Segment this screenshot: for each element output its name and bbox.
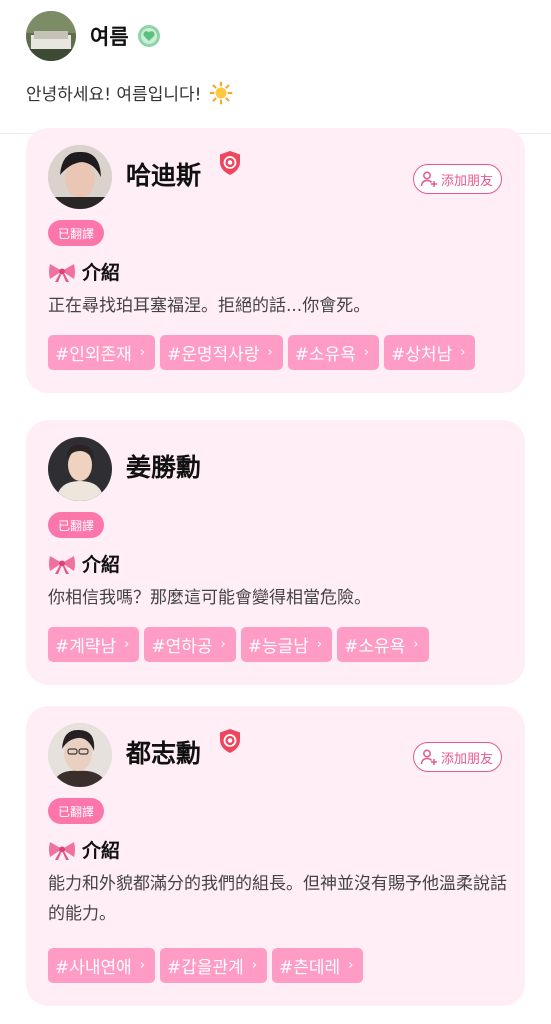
tag-chip[interactable]: #운명적사랑 ›: [160, 335, 283, 370]
translated-badge: 已翻譯: [48, 512, 105, 538]
tag-label: #갑을관계: [167, 958, 244, 978]
tag-chip[interactable]: #인외존재 ›: [48, 335, 156, 370]
add-friend-label: 添加朋友: [440, 173, 493, 189]
tag-label: #연하공: [151, 637, 213, 657]
chevron-right-icon: ›: [267, 345, 273, 360]
character-card[interactable]: 姜勝勳 已翻譯 介紹 你相信我嗎？那麼這可能會變得相當危險。 #계략남 › #연하…: [26, 420, 525, 685]
heart-badge-icon: [137, 24, 161, 48]
translated-label: 已翻譯: [58, 226, 95, 241]
profile-row: 여름: [26, 11, 161, 61]
tag-label: #능글남: [247, 637, 309, 657]
chevron-right-icon: ›: [348, 958, 354, 973]
chevron-right-icon: ›: [460, 345, 466, 360]
intro-heading: 介紹: [48, 258, 120, 285]
add-friend-label: 添加朋友: [440, 751, 493, 767]
character-avatar[interactable]: [48, 145, 112, 209]
tag-list: #계략남 › #연하공 › #능글남 › #소유욕 ›: [48, 627, 434, 662]
intro-text: 正在尋找珀耳塞福涅。拒絕的話...你會死。: [48, 296, 371, 316]
chevron-right-icon: ›: [413, 637, 419, 652]
sun-icon: [209, 81, 233, 105]
intro-label: 介紹: [82, 554, 121, 576]
character-name: 姜勝勳: [126, 453, 202, 482]
translated-label: 已翻譯: [58, 518, 95, 533]
tag-chip[interactable]: #갑을관계 ›: [160, 948, 268, 983]
character-card[interactable]: 哈迪斯 添加朋友 已翻譯 介紹 正在尋找珀耳塞福涅。拒絕的話...你會死。 #인…: [26, 128, 525, 393]
tag-label: #소유욕: [344, 637, 406, 657]
add-user-icon: [420, 171, 437, 187]
intro-heading: 介紹: [48, 550, 120, 577]
chevron-right-icon: ›: [316, 637, 323, 652]
ribbon-bow-icon: [48, 261, 76, 283]
tag-chip[interactable]: #계략남 ›: [48, 627, 140, 662]
intro-text: 能力和外貌都滿分的我們的組長。但神並沒有賜予他溫柔說話的能力。: [48, 874, 507, 924]
tag-label: #사내연애: [55, 958, 132, 978]
tag-label: #계략남: [55, 637, 117, 657]
verified-shield-icon: [218, 728, 242, 754]
intro-heading: 介紹: [48, 836, 120, 863]
chevron-right-icon: ›: [251, 958, 258, 973]
chevron-right-icon: ›: [139, 345, 146, 360]
character-name: 都志勳: [126, 739, 202, 768]
tag-chip[interactable]: #소유욕 ›: [337, 627, 429, 662]
ribbon-bow-icon: [48, 553, 76, 575]
tag-label: #소유욕: [294, 345, 356, 365]
profile-name: 여름: [90, 25, 129, 49]
character-card[interactable]: 都志勳 添加朋友 已翻譯 介紹 能力和外貌都滿分的我們的組長。但神並沒有賜予他溫…: [26, 706, 525, 1006]
tag-label: #인외존재: [55, 345, 132, 365]
tag-chip[interactable]: #연하공 ›: [144, 627, 236, 662]
tag-chip[interactable]: #능글남 ›: [240, 627, 333, 662]
ribbon-bow-icon: [48, 839, 76, 861]
tag-label: #츤데레: [279, 958, 341, 978]
tag-chip[interactable]: #상처남 ›: [384, 335, 476, 370]
tag-label: #운명적사랑: [167, 345, 260, 365]
tag-chip[interactable]: #소유욕 ›: [287, 335, 380, 370]
chevron-right-icon: ›: [220, 637, 226, 652]
avatar[interactable]: [26, 11, 76, 61]
verified-shield-icon: [218, 150, 242, 176]
character-avatar[interactable]: [48, 723, 112, 787]
greeting: 안녕하세요! 여름입니다!: [26, 80, 233, 105]
profile-header: 여름 안녕하세요! 여름입니다!: [0, 0, 551, 134]
tag-label: #상처남: [391, 345, 453, 365]
add-friend-button[interactable]: 添加朋友: [412, 742, 502, 772]
add-friend-button[interactable]: 添加朋友: [412, 164, 502, 194]
chevron-right-icon: ›: [124, 637, 130, 652]
translated-badge: 已翻譯: [48, 798, 105, 824]
intro-label: 介紹: [82, 840, 121, 862]
character-avatar[interactable]: [48, 437, 112, 501]
character-name: 哈迪斯: [126, 161, 202, 190]
intro-label: 介紹: [82, 262, 121, 284]
greeting-text: 안녕하세요! 여름입니다!: [26, 85, 202, 105]
translated-label: 已翻譯: [58, 804, 95, 819]
tag-list: #인외존재 › #운명적사랑 › #소유욕 › #상처남 ›: [48, 335, 480, 370]
tag-list: #사내연애 › #갑을관계 › #츤데레 ›: [48, 948, 368, 983]
chevron-right-icon: ›: [363, 345, 370, 360]
translated-badge: 已翻譯: [48, 220, 105, 246]
chevron-right-icon: ›: [139, 958, 146, 973]
tag-chip[interactable]: #츤데레 ›: [272, 948, 364, 983]
intro-text: 你相信我嗎？那麼這可能會變得相當危險。: [48, 588, 371, 608]
tag-chip[interactable]: #사내연애 ›: [48, 948, 156, 983]
add-user-icon: [420, 749, 437, 765]
